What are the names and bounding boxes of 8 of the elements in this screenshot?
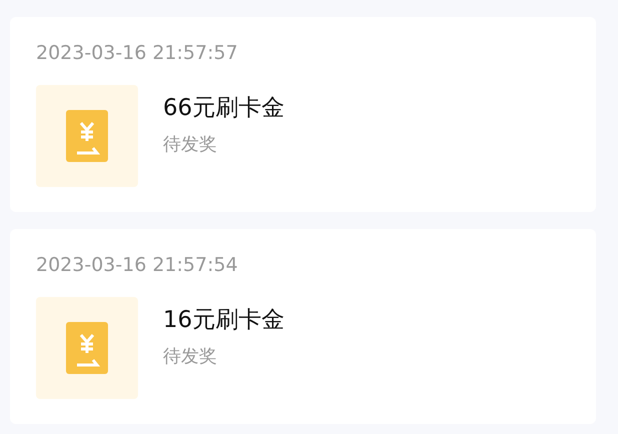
record-time: 2023-03-16 21:57:54: [36, 253, 239, 277]
reward-status: 待发奖: [163, 133, 218, 157]
coupon-icon: [66, 110, 108, 162]
reward-title: 66元刷卡金: [163, 94, 284, 123]
record-time: 2023-03-16 21:57:57: [36, 41, 239, 65]
reward-title: 16元刷卡金: [163, 306, 284, 335]
coupon-icon: [66, 322, 108, 374]
reward-status: 待发奖: [163, 345, 218, 369]
